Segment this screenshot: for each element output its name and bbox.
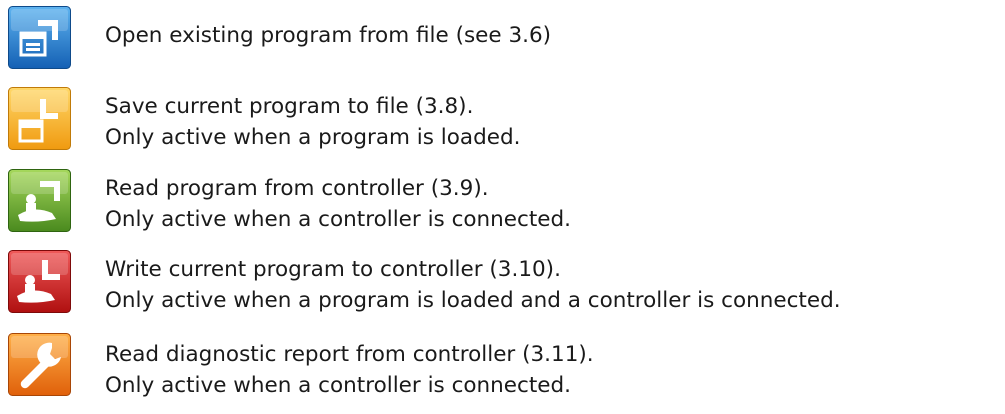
row-line-1: Write current program to controller (3.1…: [105, 257, 561, 282]
row-line-2: Only active when a controller is connect…: [105, 373, 571, 398]
wrench-icon: [8, 333, 71, 396]
row-line-1: Read diagnostic report from controller (…: [105, 342, 594, 367]
row-line-1: Open existing program from file (see 3.6…: [105, 23, 552, 48]
row-line-2: Only active when a program is loaded.: [105, 125, 521, 150]
row-line-1: Save current program to file (3.8).: [105, 94, 474, 119]
row-description: Read program from controller (3.9). Only…: [105, 173, 571, 235]
row-line-2: Only active when a controller is connect…: [105, 207, 571, 232]
write-to-controller-icon: [8, 250, 71, 313]
row-description: Open existing program from file (see 3.6…: [105, 20, 551, 51]
row-line-1: Read program from controller (3.9).: [105, 176, 489, 201]
row-description: Write current program to controller (3.1…: [105, 254, 841, 316]
row-description: Save current program to file (3.8). Only…: [105, 91, 520, 153]
read-from-controller-icon: [8, 169, 71, 232]
row-description: Read diagnostic report from controller (…: [105, 339, 594, 401]
save-disk-icon: [8, 87, 71, 150]
row-line-2: Only active when a program is loaded and…: [105, 288, 841, 313]
open-folder-icon: [8, 6, 71, 69]
